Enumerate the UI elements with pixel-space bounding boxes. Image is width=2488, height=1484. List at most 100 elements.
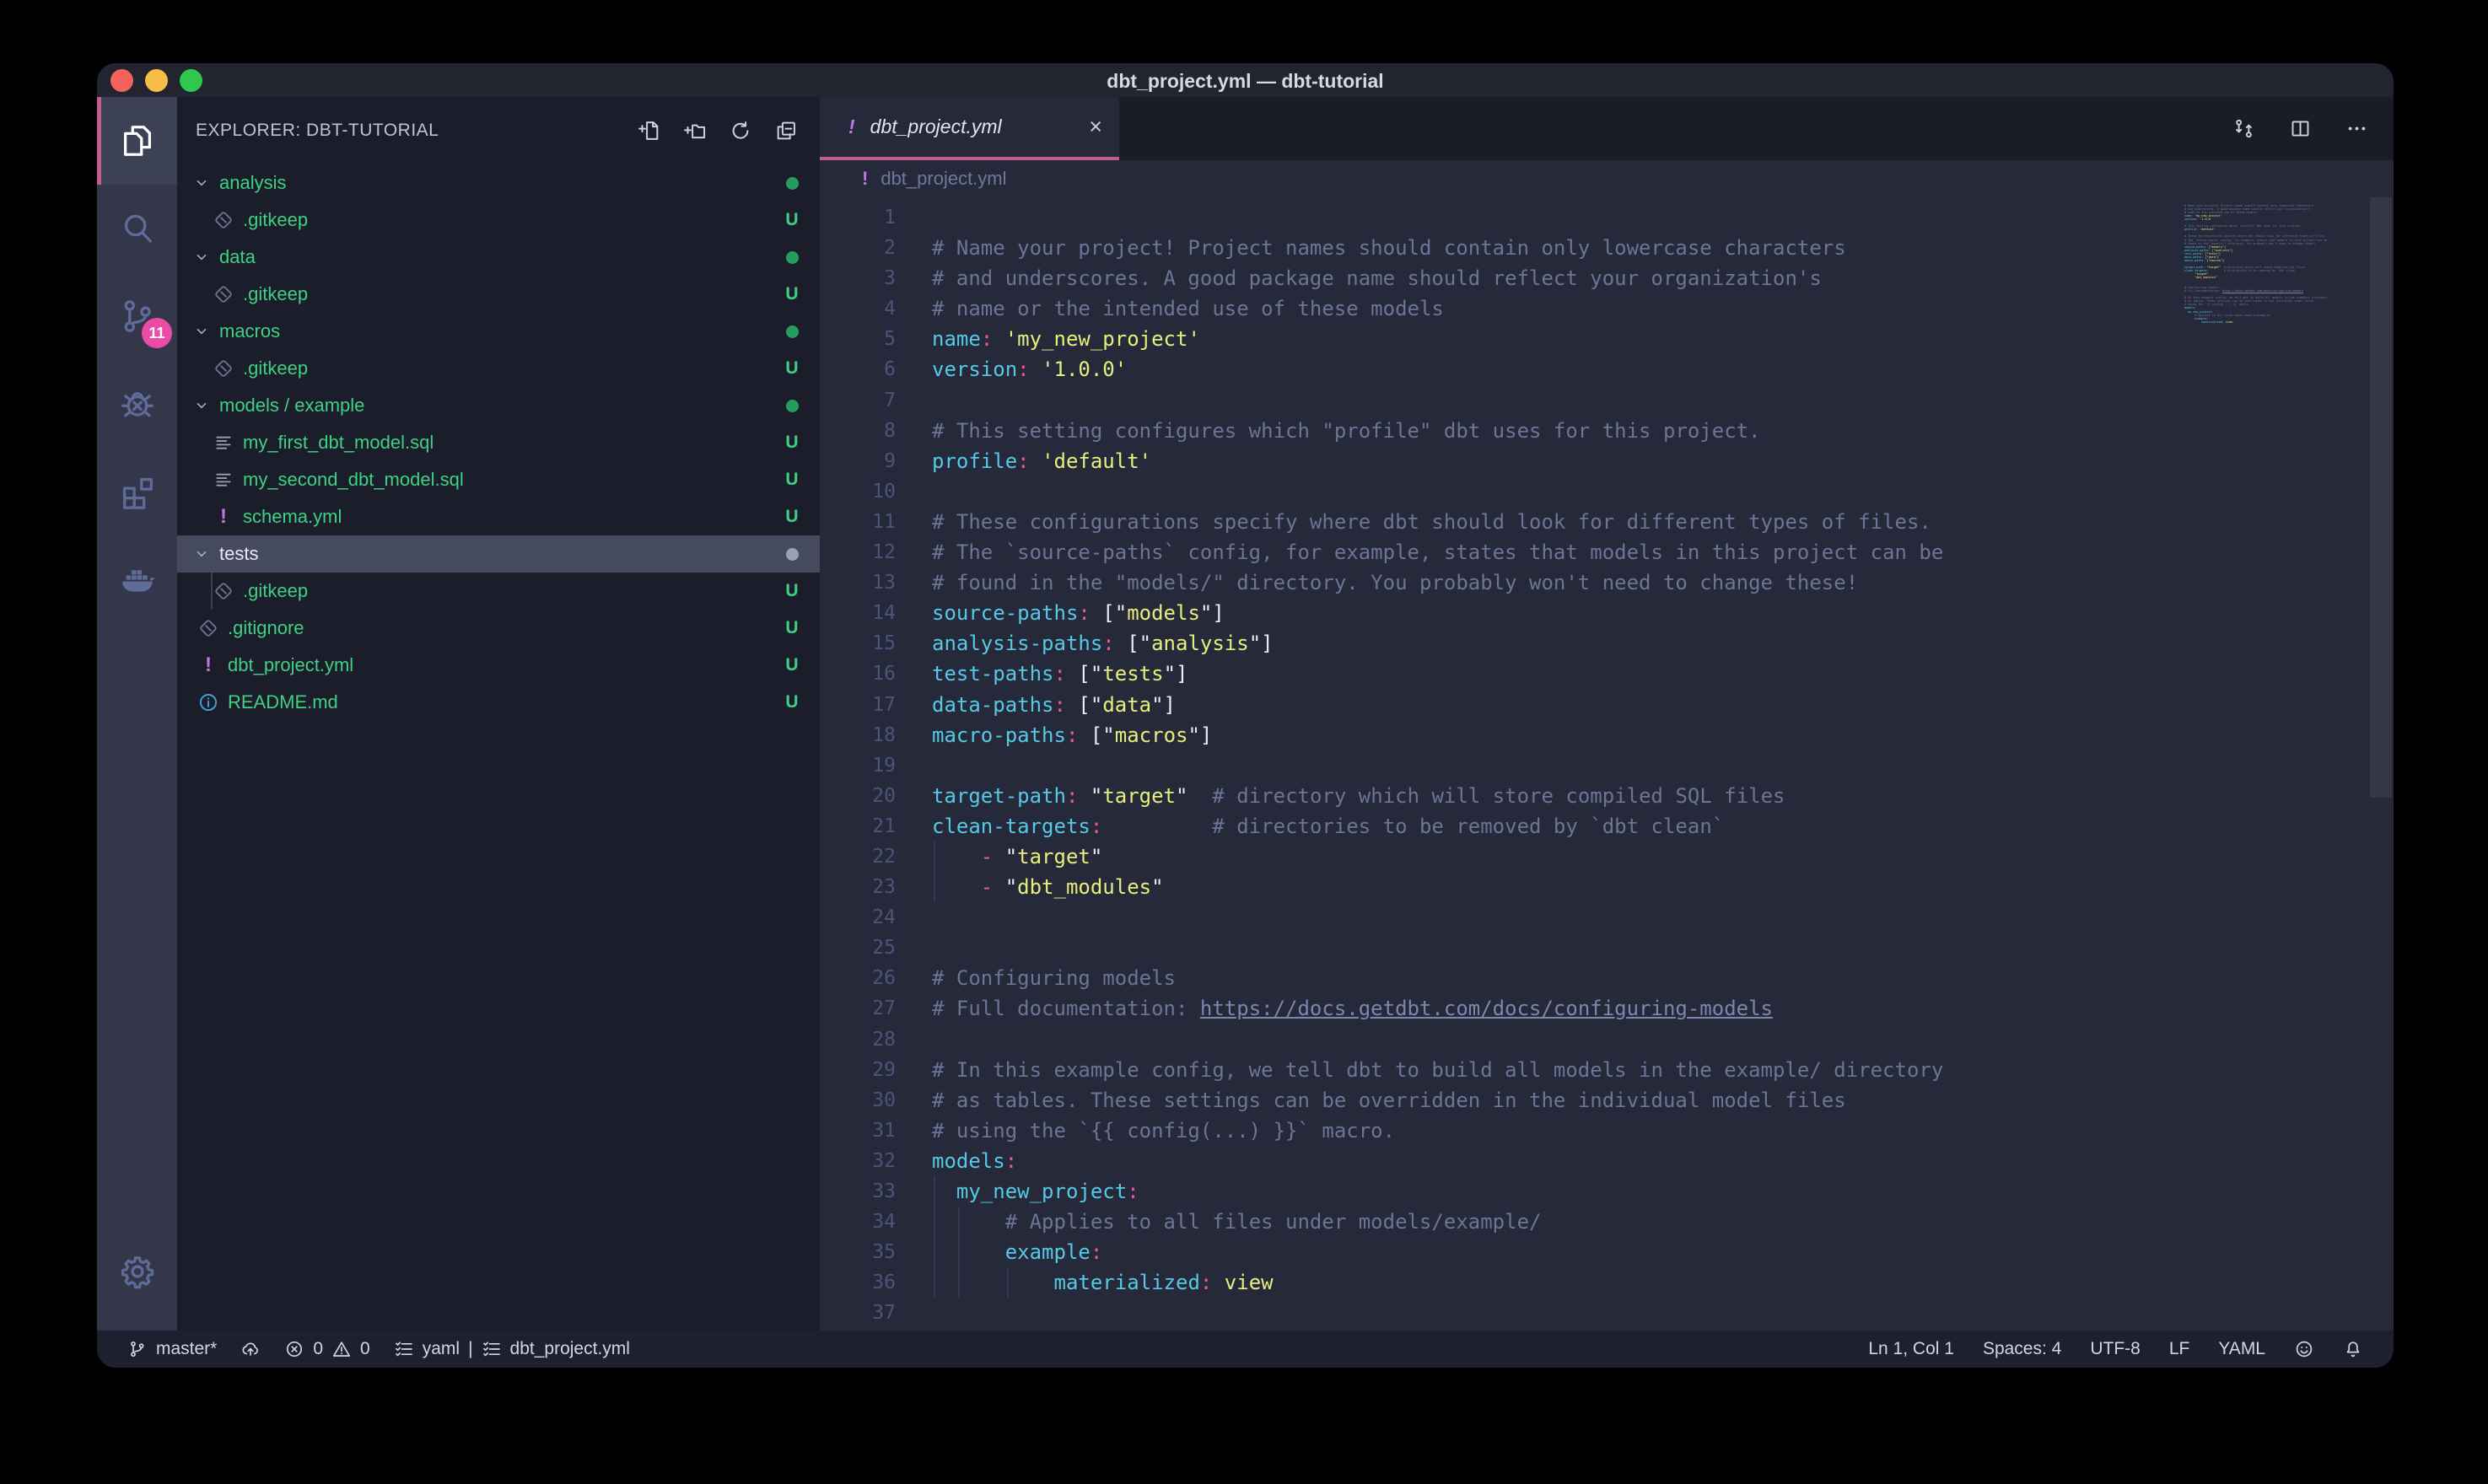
- docker-icon: [118, 560, 157, 599]
- code-line: 5name: 'my_new_project': [820, 324, 2394, 354]
- line-number: 37: [820, 1298, 896, 1328]
- git-untracked-badge: U: [779, 433, 805, 453]
- open-changes-icon[interactable]: [2232, 117, 2255, 140]
- tree-item-tests[interactable]: tests: [177, 535, 820, 573]
- activity-item-docker[interactable]: [97, 535, 177, 623]
- source-control-badge: 11: [142, 318, 172, 348]
- close-tab-icon[interactable]: ×: [1089, 114, 1102, 140]
- more-actions-icon[interactable]: [2345, 117, 2368, 140]
- activity-item-search[interactable]: [97, 185, 177, 272]
- tab-label: dbt_project.yml: [870, 116, 1081, 138]
- sql-file-icon: [213, 469, 234, 491]
- tab-dbt-project-yml[interactable]: ! dbt_project.yml ×: [820, 97, 1119, 160]
- search-icon: [118, 209, 157, 248]
- line-number: 23: [820, 872, 896, 902]
- line-number: 21: [820, 811, 896, 841]
- tree-item-macros[interactable]: macros: [177, 313, 820, 350]
- vscode-window: dbt_project.yml — dbt-tutorial 11 EXPLOR…: [97, 63, 2394, 1368]
- tree-item-label: schema.yml: [243, 506, 342, 528]
- status-item-indentation[interactable]: Spaces: 4: [1983, 1339, 2061, 1359]
- status-item-git-branch[interactable]: master*: [127, 1339, 217, 1359]
- code-line: 34 # Applies to all files under models/e…: [820, 1207, 2394, 1237]
- tree-item-label: .gitkeep: [243, 358, 308, 379]
- yaml-file-icon: !: [862, 168, 868, 190]
- refresh-icon[interactable]: [729, 119, 752, 142]
- code-line: 15analysis-paths: ["analysis"]: [820, 628, 2394, 659]
- breadcrumb-item-file[interactable]: dbt_project.yml: [880, 168, 1006, 190]
- code-editor[interactable]: 12# Name your project! Project names sho…: [820, 197, 2394, 1331]
- line-number: 3: [820, 263, 896, 293]
- tree-item-my-first-dbt-model-sql[interactable]: my_first_dbt_model.sqlU: [177, 424, 820, 461]
- code-line: 24: [820, 902, 2394, 933]
- split-editor-icon[interactable]: [2289, 117, 2312, 140]
- status-item-sync[interactable]: [240, 1339, 261, 1359]
- code-line-content: clean-targets: # directories to be remov…: [932, 811, 2394, 841]
- code-line-content: # and underscores. A good package name s…: [932, 263, 2394, 293]
- tree-item-gitkeep[interactable]: .gitkeepU: [177, 350, 820, 387]
- status-item-linter[interactable]: yaml|dbt_project.yml: [394, 1339, 630, 1359]
- status-item-notifications[interactable]: [2343, 1339, 2363, 1359]
- status-item-label: |: [468, 1339, 472, 1359]
- code-line: 26# Configuring models: [820, 963, 2394, 993]
- tree-item-gitkeep[interactable]: .gitkeepU: [177, 276, 820, 313]
- breadcrumb[interactable]: ! dbt_project.yml: [820, 160, 2394, 197]
- status-item-language-mode[interactable]: YAML: [2218, 1339, 2265, 1359]
- indent-guide: [958, 1237, 960, 1267]
- status-item-feedback[interactable]: [2294, 1339, 2314, 1359]
- tree-item-readme-md[interactable]: README.mdU: [177, 684, 820, 721]
- git-modified-dot: [779, 400, 805, 412]
- line-number: 27: [820, 993, 896, 1024]
- activity-item-explorer[interactable]: [97, 97, 177, 185]
- info-file-icon: [197, 691, 219, 713]
- smiley-icon: [2294, 1339, 2314, 1359]
- new-file-icon[interactable]: [638, 119, 661, 142]
- code-line-content: # found in the "models/" directory. You …: [932, 567, 2394, 598]
- tree-item-schema-yml[interactable]: !schema.ymlU: [177, 498, 820, 535]
- code-line-content: version: '1.0.0': [932, 354, 2394, 384]
- tree-item-dbt-project-yml[interactable]: !dbt_project.ymlU: [177, 647, 820, 684]
- tree-item-gitignore[interactable]: .gitignoreU: [177, 610, 820, 647]
- tree-item-data[interactable]: data: [177, 239, 820, 276]
- indent-guide: [934, 872, 935, 902]
- tree-item-gitkeep[interactable]: .gitkeepU: [177, 573, 820, 610]
- title-bar[interactable]: dbt_project.yml — dbt-tutorial: [97, 63, 2394, 97]
- status-item-encoding[interactable]: UTF-8: [2090, 1339, 2141, 1359]
- code-line-content: # This setting configures which "profile…: [932, 416, 2394, 446]
- code-line-content: name: 'my_new_project': [932, 324, 2394, 354]
- code-line-content: [932, 1298, 2394, 1328]
- code-line-content: # as tables. These settings can be overr…: [932, 1085, 2394, 1116]
- git-modified-dot: [779, 325, 805, 338]
- tree-item-label: analysis: [219, 172, 286, 194]
- activity-item-extensions[interactable]: [97, 448, 177, 535]
- tree-indent-guide: [211, 573, 213, 610]
- status-item-eol[interactable]: LF: [2169, 1339, 2190, 1359]
- new-folder-icon[interactable]: [683, 119, 707, 142]
- activity-item-debug[interactable]: [97, 360, 177, 448]
- git-modified-dot: [779, 177, 805, 190]
- collapse-all-icon[interactable]: [774, 119, 798, 142]
- status-item-cursor-position[interactable]: Ln 1, Col 1: [1868, 1339, 1954, 1359]
- tree-item-my-second-dbt-model-sql[interactable]: my_second_dbt_model.sqlU: [177, 461, 820, 498]
- status-item-problems[interactable]: 00: [284, 1339, 369, 1359]
- tree-item-gitkeep[interactable]: .gitkeepU: [177, 202, 820, 239]
- code-line: 6version: '1.0.0': [820, 354, 2394, 384]
- yaml-file-icon: !: [848, 116, 855, 138]
- yaml-file-icon: !: [213, 506, 234, 528]
- line-number: 10: [820, 476, 896, 507]
- chevron-down-icon: [192, 322, 211, 341]
- minimap[interactable]: # Name your project! Project names shoul…: [2184, 201, 2363, 327]
- line-number: 33: [820, 1176, 896, 1207]
- code-line: 17data-paths: ["data"]: [820, 690, 2394, 720]
- line-number: 15: [820, 628, 896, 659]
- activity-item-source-control[interactable]: 11: [97, 272, 177, 360]
- code-line: 37: [820, 1298, 2394, 1328]
- editor-scrollbar[interactable]: [2370, 197, 2392, 798]
- line-number: 11: [820, 507, 896, 537]
- status-item-label: 0: [313, 1339, 323, 1359]
- line-number: 13: [820, 567, 896, 598]
- code-line: 1: [820, 202, 2394, 233]
- code-line: 11# These configurations specify where d…: [820, 507, 2394, 537]
- tree-item-analysis[interactable]: analysis: [177, 164, 820, 202]
- tree-item-models-example[interactable]: models / example: [177, 387, 820, 424]
- activity-item-settings[interactable]: [97, 1228, 177, 1315]
